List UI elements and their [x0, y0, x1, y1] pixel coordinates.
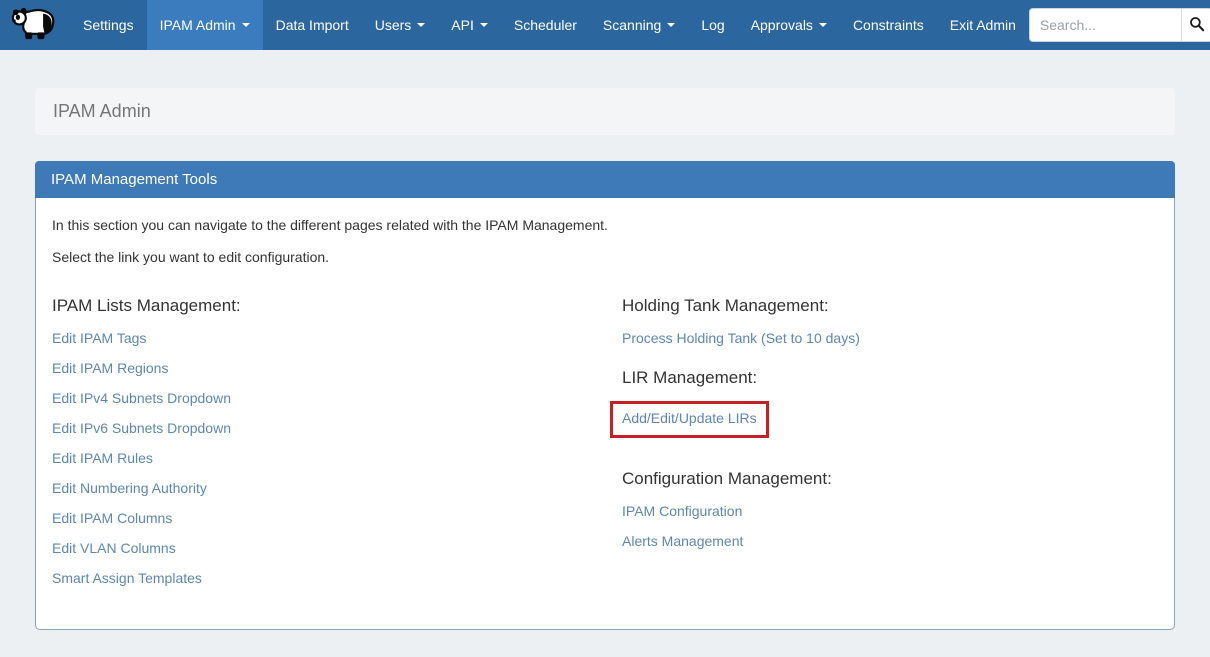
- nav-label: Users: [375, 17, 412, 33]
- nav-left: Settings IPAM Admin Data Import Users AP…: [0, 0, 1029, 50]
- nav-label: Constraints: [853, 17, 924, 33]
- heading-ipam-lists-management: IPAM Lists Management:: [52, 296, 585, 316]
- link-edit-ipam-tags[interactable]: Edit IPAM Tags: [52, 331, 585, 345]
- link-ipam-configuration[interactable]: IPAM Configuration: [622, 504, 1138, 518]
- nav-label: IPAM Admin: [160, 17, 236, 33]
- nav-item-scanning[interactable]: Scanning: [590, 0, 688, 50]
- nav-item-users[interactable]: Users: [362, 0, 439, 50]
- link-process-holding-tank[interactable]: Process Holding Tank (Set to 10 days): [622, 331, 1138, 345]
- nav-item-settings[interactable]: Settings: [70, 0, 147, 50]
- nav-label: Scheduler: [514, 17, 577, 33]
- nav-item-api[interactable]: API: [438, 0, 501, 50]
- search-icon: [1189, 16, 1205, 35]
- chevron-down-icon: [667, 23, 675, 27]
- page-container: IPAM Admin IPAM Management Tools In this…: [35, 88, 1175, 630]
- panda-logo-icon: [10, 5, 56, 46]
- nav-item-data-import[interactable]: Data Import: [263, 0, 362, 50]
- nav-item-exit-admin[interactable]: Exit Admin: [937, 0, 1029, 50]
- nav-label: Approvals: [751, 17, 813, 33]
- link-edit-numbering-authority[interactable]: Edit Numbering Authority: [52, 481, 585, 495]
- chevron-down-icon: [819, 23, 827, 27]
- page-title: IPAM Admin: [35, 88, 1175, 135]
- ipam-management-tools-panel: IPAM Management Tools In this section yo…: [35, 161, 1175, 630]
- nav-item-log[interactable]: Log: [688, 0, 737, 50]
- link-edit-ipam-rules[interactable]: Edit IPAM Rules: [52, 451, 585, 465]
- top-navbar: Settings IPAM Admin Data Import Users AP…: [0, 0, 1210, 50]
- panel-body: In this section you can navigate to the …: [36, 198, 1174, 629]
- search-group: [1029, 8, 1210, 42]
- intro-text-1: In this section you can navigate to the …: [52, 217, 1158, 233]
- link-smart-assign-templates[interactable]: Smart Assign Templates: [52, 571, 585, 585]
- heading-holding-tank-management: Holding Tank Management:: [622, 296, 1138, 316]
- nav-label: Data Import: [276, 17, 349, 33]
- link-edit-ipam-regions[interactable]: Edit IPAM Regions: [52, 361, 585, 375]
- heading-lir-management: LIR Management:: [622, 368, 1138, 388]
- search-input[interactable]: [1029, 8, 1181, 42]
- link-alerts-management[interactable]: Alerts Management: [622, 534, 1138, 548]
- panel-heading: IPAM Management Tools: [35, 161, 1175, 198]
- nav-label: Settings: [83, 17, 134, 33]
- chevron-down-icon: [480, 23, 488, 27]
- nav-item-constraints[interactable]: Constraints: [840, 0, 937, 50]
- nav-label: API: [451, 17, 474, 33]
- link-edit-ipv6-subnets-dropdown[interactable]: Edit IPv6 Subnets Dropdown: [52, 421, 585, 435]
- intro-text-2: Select the link you want to edit configu…: [52, 249, 1158, 265]
- brand-logo[interactable]: [0, 0, 70, 50]
- right-column: Holding Tank Management: Process Holding…: [605, 296, 1158, 601]
- nav-label: Scanning: [603, 17, 661, 33]
- chevron-down-icon: [242, 23, 250, 27]
- nav-item-scheduler[interactable]: Scheduler: [501, 0, 590, 50]
- link-edit-vlan-columns[interactable]: Edit VLAN Columns: [52, 541, 585, 555]
- nav-item-approvals[interactable]: Approvals: [738, 0, 840, 50]
- link-add-edit-update-lirs[interactable]: Add/Edit/Update LIRs: [622, 410, 757, 426]
- nav-right: [1029, 0, 1210, 50]
- link-edit-ipam-columns[interactable]: Edit IPAM Columns: [52, 511, 585, 525]
- nav-label: Log: [701, 17, 724, 33]
- search-button[interactable]: [1181, 8, 1210, 42]
- nav-label: Exit Admin: [950, 17, 1016, 33]
- annotation-highlight-box: Add/Edit/Update LIRs: [610, 401, 769, 438]
- link-columns: IPAM Lists Management: Edit IPAM Tags Ed…: [52, 296, 1158, 601]
- chevron-down-icon: [417, 23, 425, 27]
- link-edit-ipv4-subnets-dropdown[interactable]: Edit IPv4 Subnets Dropdown: [52, 391, 585, 405]
- heading-configuration-management: Configuration Management:: [622, 469, 1138, 489]
- nav-item-ipam-admin[interactable]: IPAM Admin: [147, 0, 263, 50]
- left-column: IPAM Lists Management: Edit IPAM Tags Ed…: [52, 296, 605, 601]
